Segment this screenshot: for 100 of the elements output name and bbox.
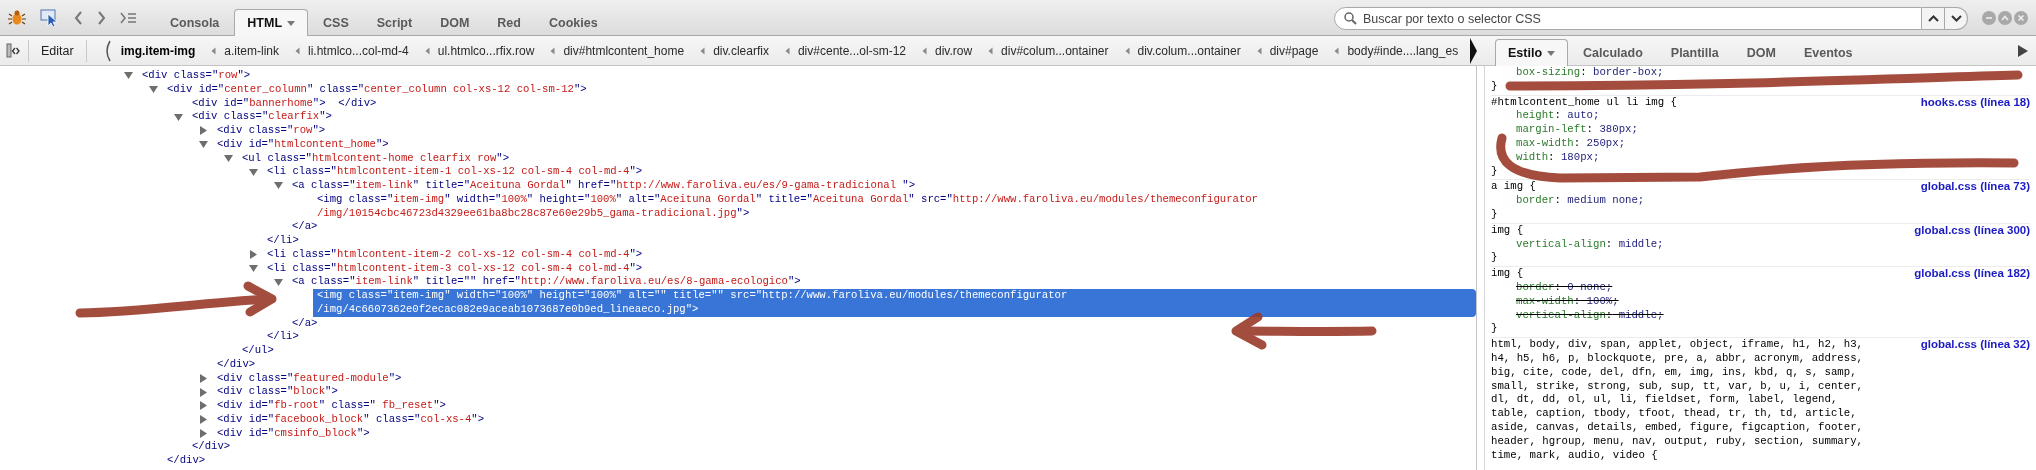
breadcrumb-item[interactable]: div.colum...ontainer (1135, 43, 1243, 58)
css-property[interactable]: height: auto; (1491, 109, 2030, 124)
html-tag-text[interactable]: <div id="bannerhome"> </div> (188, 96, 1476, 111)
expand-toggle-icon[interactable] (248, 263, 258, 273)
expand-toggle-icon[interactable] (198, 428, 208, 438)
closing-brace: } (1491, 322, 1498, 335)
expand-toggle-icon[interactable] (248, 167, 258, 177)
expand-toggle-icon[interactable] (148, 85, 158, 95)
side-panel-tab[interactable]: DOM (1733, 39, 1789, 66)
css-property[interactable]: max-width: 100%; (1491, 294, 2030, 309)
css-selector: a img { (1491, 180, 1536, 195)
code-panel-icon[interactable] (6, 43, 20, 58)
panel-tab[interactable]: HTML (234, 9, 309, 36)
panel-tab[interactable]: Consola (157, 9, 233, 36)
css-selector: #htmlcontent_home ul li img { (1491, 95, 1677, 110)
closing-brace: } (1491, 207, 1498, 220)
previous-button[interactable] (1922, 7, 1945, 30)
html-tag-text[interactable]: <div id="htmlcontent_home"> (213, 137, 1476, 152)
html-tag-text[interactable]: <div class="clearfix"> (188, 110, 1476, 124)
panel-tab[interactable]: Cookies (535, 9, 611, 36)
bug-icon[interactable] (8, 9, 26, 26)
more-tabs-icon[interactable] (2018, 45, 2028, 57)
html-tag-text[interactable]: <li class="htmlcontent-item-3 col-xs-12 col-sm-4 col-md-4"> (263, 261, 1476, 276)
source-link[interactable]: global.css (línea 300) (1914, 223, 2030, 238)
expand-toggle-icon[interactable] (173, 112, 183, 122)
html-tag-text[interactable]: <div id="facebook_block" class="col-xs-4"> (213, 412, 1476, 427)
next-button[interactable] (1945, 7, 1968, 30)
breadcrumb-item[interactable]: div#htmlcontent_home (561, 43, 687, 58)
separator-icon (550, 46, 556, 55)
side-panel-tab[interactable]: Calculado (1570, 39, 1656, 66)
css-property[interactable]: vertical-align: middle; (1491, 237, 2030, 252)
edit-button[interactable]: Editar (28, 39, 87, 62)
expand-toggle-icon[interactable] (198, 401, 208, 411)
panel-tab[interactable]: Red (484, 9, 534, 36)
html-tag-text[interactable]: <div class="block"> (213, 385, 1476, 399)
html-tag-text[interactable]: <div id="cmsinfo_block"> (213, 426, 1476, 441)
html-tag-text[interactable]: <div class="row"> (138, 69, 1476, 83)
expand-toggle-icon[interactable] (123, 71, 133, 81)
expand-toggle-icon[interactable] (198, 140, 208, 150)
closing-tag-text: </div> (166, 454, 207, 468)
html-tag-text[interactable]: <a class="item-link" title="Aceituna Gordal" href="http://www.faroliva.eu/es/9-gama-tradicional "> (288, 179, 1476, 193)
side-panel-tab[interactable]: Plantilla (1657, 39, 1732, 66)
back-icon[interactable] (74, 10, 83, 25)
css-property[interactable]: border: medium none; (1491, 194, 2030, 208)
search-field[interactable]: Buscar por texto o selector CSS (1334, 7, 1922, 30)
expand-toggle-icon[interactable] (198, 387, 208, 397)
panel-tab[interactable]: Script (363, 9, 426, 36)
closing-tag-text: </a> (291, 316, 319, 331)
closing-brace: } (1491, 164, 1498, 177)
html-tag-text[interactable]: <div class="row"> (213, 124, 1476, 138)
side-panel-tab[interactable]: Eventos (1790, 39, 1866, 66)
expand-toggle-icon[interactable] (198, 373, 208, 383)
breadcrumb-item[interactable]: div#page (1267, 43, 1321, 58)
expand-toggle-icon[interactable] (198, 415, 208, 425)
source-link[interactable]: hooks.css (línea 18) (1920, 95, 2030, 110)
scroll-right-icon[interactable] (1470, 36, 1477, 66)
closing-tag-text: </ul> (241, 344, 275, 358)
html-tag-text[interactable]: <ul class="htmlcontent-home clearfix row"> (238, 151, 1476, 166)
html-tag-text[interactable]: <img class="item-img" width="100%" height="100%" alt="Aceituna Gordal" title="Aceituna Gordal" src="http://www.faroliva.eu/modules/themeconfigurator /img/10154cbc46723d4329ee61ba8bc28c87e60e29b5_gama-tradicional.jpg"> (313, 192, 1476, 221)
css-property[interactable]: border: 0 none; (1491, 280, 2030, 295)
search-icon (1344, 12, 1357, 25)
expand-toggle-icon[interactable] (273, 181, 283, 191)
source-link[interactable]: global.css (línea 73) (1920, 180, 2030, 195)
closing-tag-text: </li> (266, 330, 300, 344)
html-tag-text[interactable]: <img class="item-img" width="100%" height="100%" alt="" title="" src="http://www.faroliva.eu/modules/themeconfigurator /img/4c6607362e0f2ecac082e9aceab1073687e0b9ed_lineaeco.jpg"> (313, 289, 1476, 317)
inspect-icon[interactable] (40, 8, 60, 27)
breadcrumb-item[interactable]: div.row (933, 43, 975, 58)
html-tag-text[interactable]: <li class="htmlcontent-item-2 col-xs-12 col-sm-4 col-md-4"> (263, 247, 1476, 262)
css-property[interactable]: max-width: 250px; (1491, 137, 2030, 151)
html-tag-text[interactable]: <div id="fb-root" class=" fb_reset"> (213, 399, 1476, 413)
breadcrumb-item[interactable]: div#colum...ontainer (999, 43, 1111, 58)
breadcrumb-item[interactable]: img.item-img (118, 43, 198, 58)
css-property[interactable]: width: 180px; (1491, 150, 2030, 165)
breadcrumb-item[interactable]: li.htmlco...col-md-4 (306, 43, 411, 58)
css-property[interactable]: margin-left: 380px; (1491, 123, 2030, 137)
breadcrumb-item[interactable]: ul.htmlco...rfix.row (435, 43, 537, 58)
expand-toggle-icon[interactable] (273, 277, 283, 287)
forward-icon[interactable] (97, 10, 106, 25)
closing-tag-text: </li> (266, 234, 300, 248)
source-link[interactable]: global.css (línea 32) (1920, 338, 2030, 352)
expand-toggle-icon[interactable] (198, 126, 208, 136)
command-line-icon[interactable] (120, 11, 137, 24)
breadcrumb-item[interactable]: div#cente...ol-sm-12 (795, 43, 908, 58)
html-tag-text[interactable]: <li class="htmlcontent-item-1 col-xs-12 col-sm-4 col-md-4"> (263, 165, 1476, 179)
html-tag-text[interactable]: <div class="featured-module"> (213, 371, 1476, 386)
html-tag-text[interactable]: <div id="center_column" class="center_column col-xs-12 col-sm-12"> (163, 82, 1476, 97)
html-tag-text[interactable]: <a class="item-link" title="" href="http://www.faroliva.eu/es/8-gama-ecologico"> (288, 275, 1476, 289)
breadcrumb-item[interactable]: a.item-link (222, 43, 281, 58)
panel-tab[interactable]: CSS (310, 9, 362, 36)
expand-toggle-icon[interactable] (248, 250, 258, 260)
separator-icon (988, 46, 994, 55)
expand-toggle-icon[interactable] (223, 153, 233, 163)
css-property[interactable]: vertical-align: middle; (1491, 308, 2030, 323)
source-link[interactable]: global.css (línea 182) (1914, 267, 2030, 281)
css-property[interactable]: box-sizing: border-box; (1491, 66, 2030, 80)
closing-tag-text: </div> (191, 440, 232, 454)
panel-tab[interactable]: DOM (427, 9, 483, 36)
side-panel-tab[interactable]: Estilo (1495, 39, 1569, 66)
breadcrumb-item[interactable]: body#inde....lang_es (1345, 43, 1461, 58)
breadcrumb-item[interactable]: div.clearfix (711, 43, 771, 58)
